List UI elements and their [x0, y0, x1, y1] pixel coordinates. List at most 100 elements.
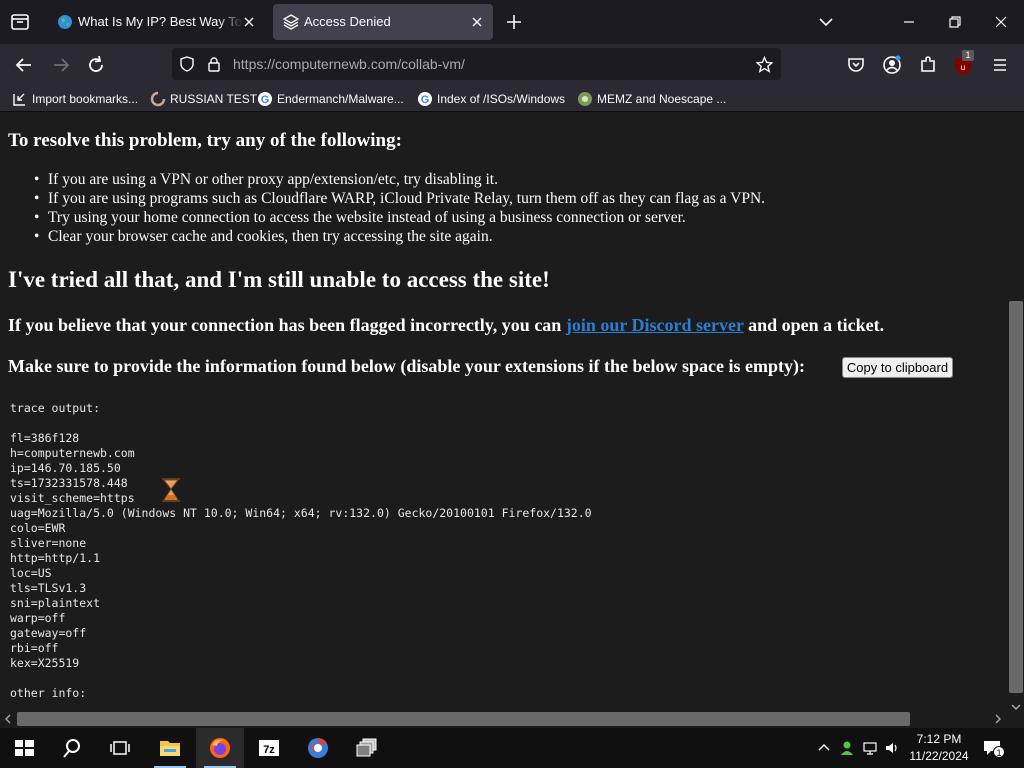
hamburger-menu-icon[interactable]: [988, 53, 1012, 77]
address-bar[interactable]: https://computernewb.com/collab-vm/: [172, 48, 781, 80]
flagged-paragraph: If you believe that your connection has …: [8, 315, 884, 336]
bookmark-star-icon[interactable]: [756, 56, 773, 73]
bookmark-label: MEMZ and Noescape ...: [597, 92, 727, 106]
restore-icon[interactable]: [943, 10, 967, 34]
chevron-down-icon[interactable]: [816, 12, 836, 32]
chromium-app[interactable]: [294, 728, 342, 768]
windows-stack-icon: [356, 738, 377, 757]
new-tab-icon[interactable]: [504, 12, 524, 32]
tab-strip: What Is My IP? Best Way To Check Your Pu…: [0, 0, 1024, 44]
tips-list: If you are using a VPN or other proxy ap…: [34, 170, 765, 246]
network-icon[interactable]: [862, 740, 878, 756]
reload-icon[interactable]: [84, 53, 108, 77]
start-button[interactable]: [0, 728, 48, 768]
svg-text:u: u: [961, 63, 965, 72]
notification-count: 1: [993, 746, 1005, 758]
globe-favicon-icon: [58, 15, 72, 29]
navigation-toolbar: https://computernewb.com/collab-vm/ u 1: [0, 44, 1024, 86]
horizontal-scroll-thumb[interactable]: [17, 712, 910, 726]
list-item: If you are using programs such as Cloudf…: [34, 189, 765, 208]
import-icon: [13, 93, 25, 106]
google-favicon-icon: G: [258, 92, 272, 106]
bookmark-endermanch[interactable]: G Endermanch/Malware...: [257, 90, 404, 108]
clock[interactable]: 7:12 PM 11/22/2024: [905, 731, 973, 765]
bookmark-label: Endermanch/Malware...: [277, 92, 404, 106]
chevron-up-icon[interactable]: [816, 740, 832, 756]
still-unable-heading: I've tried all that, and I'm still unabl…: [8, 267, 550, 292]
account-icon[interactable]: [880, 53, 904, 77]
notification-center-button[interactable]: 1: [981, 738, 1005, 758]
close-tab-icon[interactable]: [469, 14, 485, 30]
bookmark-russian-test[interactable]: RUSSIAN TEST: [150, 90, 257, 108]
firefox-icon: [210, 738, 230, 758]
copy-to-clipboard-button[interactable]: Copy to clipboard: [842, 357, 953, 378]
discord-link[interactable]: join our Discord server: [566, 315, 744, 335]
provide-info-text: Make sure to provide the information fou…: [8, 356, 806, 376]
window-switcher-app[interactable]: [343, 728, 391, 768]
volume-icon[interactable]: [884, 740, 900, 756]
horizontal-scrollbar[interactable]: [0, 704, 1024, 727]
trace-output: trace output: fl=386f128 h=computernewb.…: [10, 401, 592, 700]
tab-whatismyip[interactable]: What Is My IP? Best Way To Check Your Pu…: [47, 4, 265, 40]
bookmark-label: RUSSIAN TEST: [170, 92, 258, 106]
date: 11/22/2024: [909, 749, 969, 763]
svg-text:G: G: [421, 94, 430, 106]
url-text: https://computernewb.com/collab-vm/: [233, 56, 465, 72]
russian-test-favicon-icon: [150, 91, 166, 107]
pocket-icon[interactable]: [844, 53, 868, 77]
task-view-icon: [110, 741, 130, 755]
extensions-icon[interactable]: [916, 53, 940, 77]
scroll-right-icon[interactable]: [993, 714, 1003, 724]
firefox-app[interactable]: [196, 728, 244, 768]
vertical-scrollbar[interactable]: [1008, 113, 1024, 711]
close-window-icon[interactable]: [989, 10, 1013, 34]
7zip-app[interactable]: 7z: [245, 728, 293, 768]
flagged-text: If you believe that your connection has …: [8, 315, 566, 335]
windows-taskbar: 7z 7:12 PM 11/22/2024 1: [0, 728, 1024, 768]
scroll-left-icon[interactable]: [3, 714, 13, 724]
lock-icon[interactable]: [206, 56, 222, 72]
forward-arrow-icon[interactable]: [49, 53, 73, 77]
search-icon: [63, 739, 80, 758]
flagged-text-end: and open a ticket.: [743, 315, 885, 335]
bookmark-label: Import bookmarks...: [32, 92, 139, 106]
bookmark-import[interactable]: Import bookmarks...: [12, 90, 138, 108]
search-button[interactable]: [48, 728, 96, 768]
page-content: To resolve this problem, try any of the …: [0, 113, 1008, 711]
close-tab-icon[interactable]: [241, 14, 257, 30]
time: 7:12 PM: [916, 732, 962, 746]
bookmark-label: Index of /ISOs/Windows: [437, 92, 566, 106]
scroll-down-icon[interactable]: [1011, 702, 1021, 712]
list-item: Try using your home connection to access…: [34, 208, 765, 227]
resolve-heading: To resolve this problem, try any of the …: [8, 130, 402, 151]
windows-logo-icon: [15, 740, 34, 756]
chromium-icon: [308, 738, 328, 758]
bookmark-memz[interactable]: MEMZ and Noescape ...: [577, 90, 726, 108]
tab-title: Access Denied: [304, 14, 391, 29]
back-arrow-icon[interactable]: [12, 53, 36, 77]
7zip-icon: 7z: [259, 740, 279, 756]
list-item: Clear your browser cache and cookies, th…: [34, 227, 765, 246]
svg-text:G: G: [261, 94, 270, 106]
list-item: If you are using a VPN or other proxy ap…: [34, 170, 765, 189]
vertical-scroll-thumb[interactable]: [1009, 301, 1023, 693]
shield-icon[interactable]: [179, 56, 195, 72]
memz-favicon-icon: [578, 92, 592, 106]
bookmarks-toolbar: Import bookmarks... RUSSIAN TEST G Enderm…: [0, 86, 1024, 112]
ublock-origin-extension[interactable]: u 1: [952, 50, 976, 77]
task-view-button[interactable]: [96, 728, 144, 768]
firefox-view-icon[interactable]: [9, 11, 31, 33]
url-host: https://computernewb.com: [233, 56, 398, 72]
bookmark-isos-windows[interactable]: G Index of /ISOs/Windows: [417, 90, 565, 108]
minimize-icon[interactable]: [897, 10, 921, 34]
user-tray-icon[interactable]: [839, 740, 855, 756]
file-explorer-app[interactable]: [146, 728, 194, 768]
busy-cursor-icon: [162, 478, 180, 502]
firefox-window: { "tabs": [ {"title": "What Is My IP? Be…: [0, 0, 1024, 768]
google-favicon-icon: G: [418, 92, 432, 106]
tab-title: What Is My IP? Best Way To Check Your Pu…: [78, 14, 243, 29]
extension-badge: 1: [962, 50, 974, 61]
tab-access-denied[interactable]: Access Denied: [273, 4, 493, 40]
svg-text:7z: 7z: [263, 744, 275, 756]
layers-favicon-icon: [283, 14, 299, 30]
